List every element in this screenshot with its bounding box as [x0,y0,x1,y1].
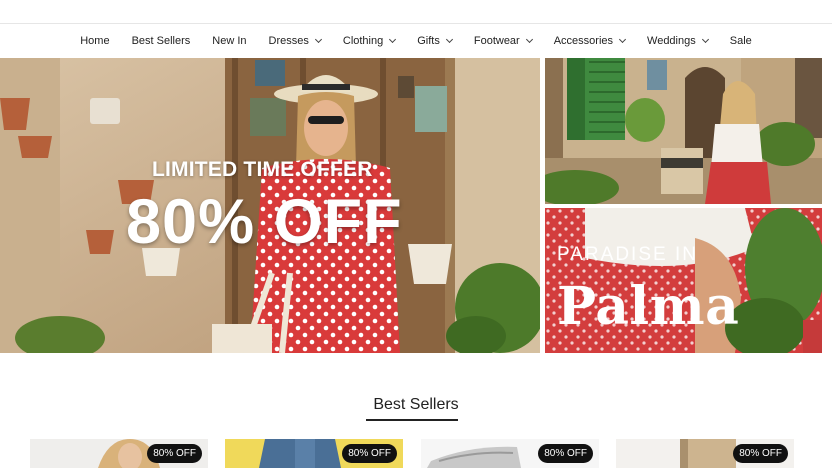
promo-top-image [545,58,822,204]
chevron-down-icon [314,35,322,44]
promo-headline-large: Palma [557,276,740,337]
promo-headline-small: PARADISE IN [557,244,698,265]
chevron-down-icon [525,35,533,44]
product-card[interactable]: 80% OFF [30,439,208,468]
chevron-down-icon [618,35,627,44]
nav-item-label: Weddings [647,35,696,47]
nav-item-dresses[interactable]: Dresses [258,35,332,47]
main-navigation: Home Best Sellers New In Dresses Clothin… [0,24,832,58]
nav-item-label: Home [80,35,110,47]
nav-item-best-sellers[interactable]: Best Sellers [121,35,202,47]
nav-item-label: Footwear [473,35,520,47]
nav-item-new-in[interactable]: New In [201,35,257,47]
nav-item-label: Dresses [268,35,309,47]
section-title-underline [366,419,458,421]
nav-item-label: New In [212,35,247,47]
product-card[interactable]: 80% OFF [616,439,794,468]
nav-item-label: Accessories [553,35,614,47]
promo-banner-top[interactable] [545,58,822,204]
hero-banner[interactable]: LIMITED TIME OFFER 80% OFF [0,58,540,353]
nav-item-footwear[interactable]: Footwear [463,35,543,47]
hero-headline-discount: 80% OFF [126,187,403,257]
discount-badge: 80% OFF [538,444,593,463]
nav-item-home[interactable]: Home [69,35,120,47]
discount-badge: 80% OFF [733,444,788,463]
promo-banner-bottom[interactable]: PARADISE IN Palma [545,208,822,353]
nav-item-label: Clothing [342,35,384,47]
nav-item-sale[interactable]: Sale [719,35,763,47]
chevron-down-icon [389,35,397,44]
nav-item-label: Gifts [417,35,440,47]
hero-headline-small: LIMITED TIME OFFER [152,158,373,181]
nav-item-label: Sale [729,35,752,47]
chevron-down-icon [701,35,709,44]
nav-item-clothing[interactable]: Clothing [332,35,406,47]
discount-badge: 80% OFF [147,444,202,463]
top-bar [0,0,832,24]
product-card[interactable]: 80% OFF [225,439,403,468]
section-title-best-sellers: Best Sellers [373,396,459,413]
nav-item-accessories[interactable]: Accessories [543,35,636,47]
nav-item-weddings[interactable]: Weddings [636,35,719,47]
product-grid: 80% OFF 80% OFF 80% OFF 80% OFF [0,439,832,468]
chevron-down-icon [445,35,453,44]
product-card[interactable]: 80% OFF [421,439,599,468]
discount-badge: 80% OFF [342,444,397,463]
nav-item-gifts[interactable]: Gifts [406,35,463,47]
nav-item-label: Best Sellers [131,35,191,47]
